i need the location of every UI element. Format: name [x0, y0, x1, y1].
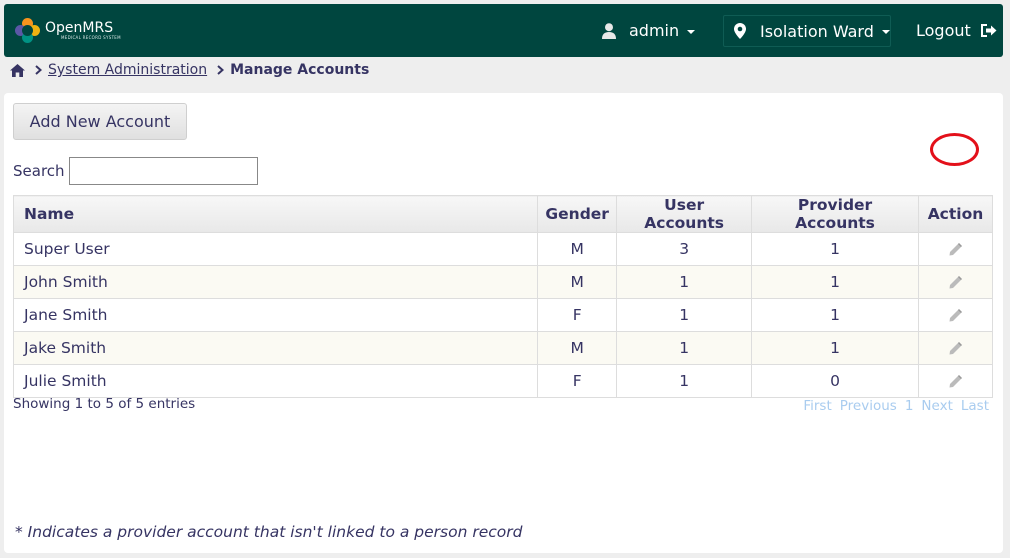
table-info: Showing 1 to 5 of 5 entries: [13, 396, 196, 412]
cell-user-accounts: 1: [616, 331, 753, 365]
pencil-icon[interactable]: [948, 341, 963, 356]
column-header-name[interactable]: Name: [12, 195, 539, 233]
pencil-icon[interactable]: [948, 242, 963, 257]
cell-user-accounts: 1: [616, 265, 753, 299]
cell-gender: M: [537, 265, 618, 299]
pagination: First Previous 1 Next Last: [803, 398, 989, 414]
provider-footnote: * Indicates a provider account that isn'…: [15, 523, 523, 541]
column-header-action: Action: [917, 195, 994, 233]
cell-provider-accounts: 1: [751, 331, 919, 365]
cell-action: [917, 265, 994, 299]
openmrs-logo[interactable]: OpenMRS MEDICAL RECORD SYSTEM: [15, 18, 121, 43]
pager-last[interactable]: Last: [961, 398, 989, 414]
cell-gender: F: [537, 364, 618, 398]
highlight-ring-annotation: [930, 133, 979, 166]
cell-name: Jake Smith: [12, 331, 539, 365]
location-name: Isolation Ward: [760, 21, 874, 41]
table-row: Super User M 3 1: [12, 232, 994, 266]
cell-action: [917, 364, 994, 398]
cell-name: Jane Smith: [12, 298, 539, 332]
openmrs-logo-icon: [15, 18, 40, 43]
logout-label: Logout: [916, 21, 971, 40]
user-name: admin: [629, 21, 680, 40]
cell-name: Julie Smith: [12, 364, 539, 398]
map-marker-icon: [734, 23, 746, 39]
table-row: Jake Smith M 1 1: [12, 331, 994, 365]
chevron-right-icon: [35, 65, 42, 75]
breadcrumb: System Administration Manage Accounts: [10, 61, 369, 79]
pager-next[interactable]: Next: [921, 398, 952, 414]
logo-tagline: MEDICAL RECORD SYSTEM: [61, 35, 121, 40]
cell-provider-accounts: 0: [751, 364, 919, 398]
column-header-provider-accounts[interactable]: Provider Accounts: [751, 195, 919, 233]
top-header: OpenMRS MEDICAL RECORD SYSTEM admin Isol…: [4, 4, 1003, 57]
chevron-down-icon: [881, 30, 890, 34]
user-icon: [602, 22, 616, 39]
cell-provider-accounts: 1: [751, 298, 919, 332]
chevron-right-icon: [217, 65, 225, 75]
pager-previous[interactable]: Previous: [840, 398, 897, 414]
accounts-table: Name Gender User Accounts Provider Accou…: [12, 195, 994, 398]
cell-name: Super User: [12, 232, 539, 266]
cell-action: [917, 298, 994, 332]
cell-user-accounts: 1: [616, 364, 753, 398]
location-menu[interactable]: Isolation Ward: [723, 15, 891, 47]
logo-name: OpenMRS: [45, 20, 114, 36]
search-label: Search: [13, 162, 65, 180]
cell-name: John Smith: [12, 265, 539, 299]
sign-out-icon: [980, 24, 997, 37]
cell-action: [917, 232, 994, 266]
home-icon[interactable]: [10, 63, 25, 77]
logout-link[interactable]: Logout: [916, 21, 997, 40]
breadcrumb-system-administration[interactable]: System Administration: [48, 62, 207, 78]
column-header-gender[interactable]: Gender: [537, 195, 618, 233]
cell-gender: M: [537, 331, 618, 365]
search-row: Search: [13, 157, 258, 185]
chevron-down-icon: [687, 29, 696, 34]
cell-gender: F: [537, 298, 618, 332]
cell-user-accounts: 1: [616, 298, 753, 332]
main-panel: Add New Account Search Name Gender User …: [4, 93, 1003, 553]
add-new-account-button[interactable]: Add New Account: [13, 103, 187, 140]
pencil-icon[interactable]: [948, 374, 963, 389]
pencil-icon[interactable]: [948, 308, 963, 323]
pager-page-1[interactable]: 1: [905, 398, 914, 414]
cell-user-accounts: 3: [616, 232, 753, 266]
cell-action: [917, 331, 994, 365]
column-header-user-accounts[interactable]: User Accounts: [616, 195, 753, 233]
cell-provider-accounts: 1: [751, 232, 919, 266]
user-menu[interactable]: admin: [602, 21, 696, 40]
table-row: John Smith M 1 1: [12, 265, 994, 299]
search-input[interactable]: [68, 157, 258, 185]
cell-provider-accounts: 1: [751, 265, 919, 299]
pager-first[interactable]: First: [803, 398, 831, 414]
table-row: Jane Smith F 1 1: [12, 298, 994, 332]
cell-gender: M: [537, 232, 618, 266]
breadcrumb-current: Manage Accounts: [230, 62, 370, 78]
table-row: Julie Smith F 1 0: [12, 364, 994, 398]
pencil-icon[interactable]: [948, 275, 963, 290]
